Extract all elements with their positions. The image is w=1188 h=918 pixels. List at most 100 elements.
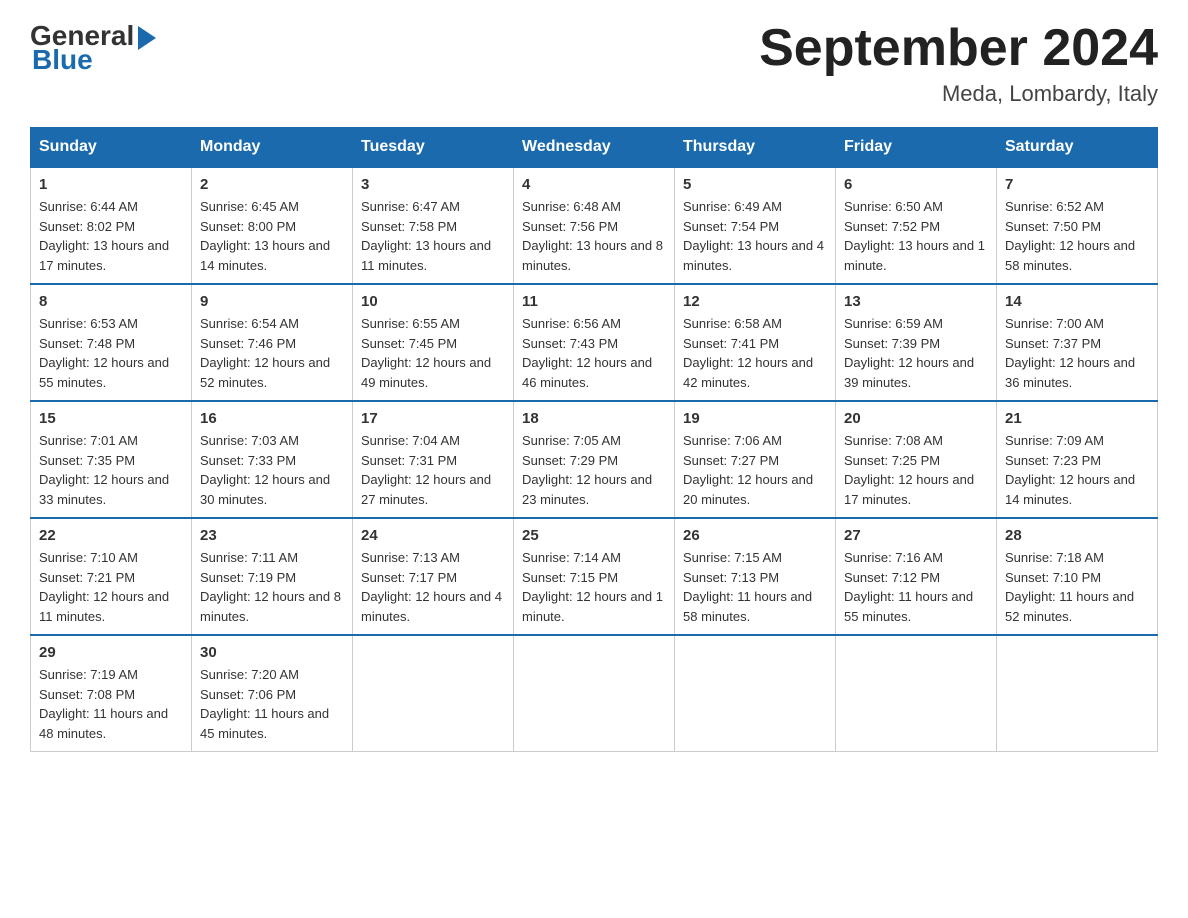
calendar-day-cell (514, 635, 675, 752)
day-number: 25 (522, 527, 666, 544)
calendar-day-cell: 28 Sunrise: 7:18 AMSunset: 7:10 PMDaylig… (997, 518, 1158, 635)
calendar-week-row: 8 Sunrise: 6:53 AMSunset: 7:48 PMDayligh… (31, 284, 1158, 401)
calendar-day-cell: 2 Sunrise: 6:45 AMSunset: 8:00 PMDayligh… (192, 167, 353, 284)
day-number: 30 (200, 644, 344, 661)
day-info: Sunrise: 6:44 AMSunset: 8:02 PMDaylight:… (39, 197, 183, 275)
day-number: 24 (361, 527, 505, 544)
day-number: 15 (39, 410, 183, 427)
day-info: Sunrise: 6:48 AMSunset: 7:56 PMDaylight:… (522, 197, 666, 275)
day-info: Sunrise: 6:52 AMSunset: 7:50 PMDaylight:… (1005, 197, 1149, 275)
day-number: 23 (200, 527, 344, 544)
calendar-header-friday: Friday (836, 128, 997, 168)
calendar-header-wednesday: Wednesday (514, 128, 675, 168)
day-info: Sunrise: 6:59 AMSunset: 7:39 PMDaylight:… (844, 314, 988, 392)
calendar-week-row: 22 Sunrise: 7:10 AMSunset: 7:21 PMDaylig… (31, 518, 1158, 635)
day-number: 2 (200, 176, 344, 193)
day-number: 21 (1005, 410, 1149, 427)
calendar-day-cell: 13 Sunrise: 6:59 AMSunset: 7:39 PMDaylig… (836, 284, 997, 401)
day-number: 27 (844, 527, 988, 544)
day-number: 20 (844, 410, 988, 427)
day-info: Sunrise: 6:56 AMSunset: 7:43 PMDaylight:… (522, 314, 666, 392)
day-number: 29 (39, 644, 183, 661)
calendar-day-cell: 1 Sunrise: 6:44 AMSunset: 8:02 PMDayligh… (31, 167, 192, 284)
day-info: Sunrise: 7:10 AMSunset: 7:21 PMDaylight:… (39, 548, 183, 626)
logo: General Blue (30, 20, 156, 76)
page-header: General Blue September 2024 Meda, Lombar… (30, 20, 1158, 107)
day-number: 19 (683, 410, 827, 427)
calendar-day-cell: 27 Sunrise: 7:16 AMSunset: 7:12 PMDaylig… (836, 518, 997, 635)
calendar-day-cell: 22 Sunrise: 7:10 AMSunset: 7:21 PMDaylig… (31, 518, 192, 635)
day-number: 11 (522, 293, 666, 310)
day-number: 4 (522, 176, 666, 193)
day-info: Sunrise: 7:05 AMSunset: 7:29 PMDaylight:… (522, 431, 666, 509)
calendar-day-cell: 24 Sunrise: 7:13 AMSunset: 7:17 PMDaylig… (353, 518, 514, 635)
day-info: Sunrise: 6:53 AMSunset: 7:48 PMDaylight:… (39, 314, 183, 392)
day-info: Sunrise: 7:13 AMSunset: 7:17 PMDaylight:… (361, 548, 505, 626)
day-info: Sunrise: 6:58 AMSunset: 7:41 PMDaylight:… (683, 314, 827, 392)
day-number: 13 (844, 293, 988, 310)
logo-arrow-icon (138, 26, 156, 50)
calendar-day-cell: 20 Sunrise: 7:08 AMSunset: 7:25 PMDaylig… (836, 401, 997, 518)
day-number: 17 (361, 410, 505, 427)
calendar-day-cell: 5 Sunrise: 6:49 AMSunset: 7:54 PMDayligh… (675, 167, 836, 284)
day-info: Sunrise: 7:01 AMSunset: 7:35 PMDaylight:… (39, 431, 183, 509)
calendar-day-cell: 16 Sunrise: 7:03 AMSunset: 7:33 PMDaylig… (192, 401, 353, 518)
day-info: Sunrise: 7:15 AMSunset: 7:13 PMDaylight:… (683, 548, 827, 626)
calendar-header-sunday: Sunday (31, 128, 192, 168)
calendar-table: SundayMondayTuesdayWednesdayThursdayFrid… (30, 127, 1158, 752)
calendar-header-saturday: Saturday (997, 128, 1158, 168)
calendar-day-cell: 12 Sunrise: 6:58 AMSunset: 7:41 PMDaylig… (675, 284, 836, 401)
calendar-week-row: 1 Sunrise: 6:44 AMSunset: 8:02 PMDayligh… (31, 167, 1158, 284)
day-number: 9 (200, 293, 344, 310)
calendar-day-cell (997, 635, 1158, 752)
calendar-day-cell: 11 Sunrise: 6:56 AMSunset: 7:43 PMDaylig… (514, 284, 675, 401)
calendar-day-cell: 15 Sunrise: 7:01 AMSunset: 7:35 PMDaylig… (31, 401, 192, 518)
calendar-day-cell: 14 Sunrise: 7:00 AMSunset: 7:37 PMDaylig… (997, 284, 1158, 401)
calendar-day-cell: 6 Sunrise: 6:50 AMSunset: 7:52 PMDayligh… (836, 167, 997, 284)
day-number: 5 (683, 176, 827, 193)
calendar-day-cell: 25 Sunrise: 7:14 AMSunset: 7:15 PMDaylig… (514, 518, 675, 635)
calendar-day-cell: 18 Sunrise: 7:05 AMSunset: 7:29 PMDaylig… (514, 401, 675, 518)
calendar-header-monday: Monday (192, 128, 353, 168)
day-info: Sunrise: 7:09 AMSunset: 7:23 PMDaylight:… (1005, 431, 1149, 509)
day-info: Sunrise: 7:08 AMSunset: 7:25 PMDaylight:… (844, 431, 988, 509)
calendar-day-cell: 21 Sunrise: 7:09 AMSunset: 7:23 PMDaylig… (997, 401, 1158, 518)
day-info: Sunrise: 6:49 AMSunset: 7:54 PMDaylight:… (683, 197, 827, 275)
location-text: Meda, Lombardy, Italy (759, 81, 1158, 107)
day-number: 3 (361, 176, 505, 193)
calendar-week-row: 29 Sunrise: 7:19 AMSunset: 7:08 PMDaylig… (31, 635, 1158, 752)
day-info: Sunrise: 6:45 AMSunset: 8:00 PMDaylight:… (200, 197, 344, 275)
calendar-day-cell: 3 Sunrise: 6:47 AMSunset: 7:58 PMDayligh… (353, 167, 514, 284)
calendar-day-cell: 9 Sunrise: 6:54 AMSunset: 7:46 PMDayligh… (192, 284, 353, 401)
day-info: Sunrise: 6:54 AMSunset: 7:46 PMDaylight:… (200, 314, 344, 392)
calendar-day-cell: 17 Sunrise: 7:04 AMSunset: 7:31 PMDaylig… (353, 401, 514, 518)
day-info: Sunrise: 7:18 AMSunset: 7:10 PMDaylight:… (1005, 548, 1149, 626)
day-info: Sunrise: 7:04 AMSunset: 7:31 PMDaylight:… (361, 431, 505, 509)
calendar-week-row: 15 Sunrise: 7:01 AMSunset: 7:35 PMDaylig… (31, 401, 1158, 518)
day-number: 28 (1005, 527, 1149, 544)
calendar-day-cell: 30 Sunrise: 7:20 AMSunset: 7:06 PMDaylig… (192, 635, 353, 752)
calendar-header-tuesday: Tuesday (353, 128, 514, 168)
day-info: Sunrise: 7:20 AMSunset: 7:06 PMDaylight:… (200, 665, 344, 743)
calendar-day-cell: 26 Sunrise: 7:15 AMSunset: 7:13 PMDaylig… (675, 518, 836, 635)
month-title: September 2024 (759, 20, 1158, 77)
calendar-day-cell (836, 635, 997, 752)
day-number: 7 (1005, 176, 1149, 193)
calendar-day-cell (675, 635, 836, 752)
day-info: Sunrise: 7:00 AMSunset: 7:37 PMDaylight:… (1005, 314, 1149, 392)
day-info: Sunrise: 7:19 AMSunset: 7:08 PMDaylight:… (39, 665, 183, 743)
day-number: 26 (683, 527, 827, 544)
day-info: Sunrise: 6:55 AMSunset: 7:45 PMDaylight:… (361, 314, 505, 392)
day-number: 10 (361, 293, 505, 310)
logo-blue-text: Blue (32, 44, 93, 76)
calendar-day-cell: 10 Sunrise: 6:55 AMSunset: 7:45 PMDaylig… (353, 284, 514, 401)
calendar-day-cell: 7 Sunrise: 6:52 AMSunset: 7:50 PMDayligh… (997, 167, 1158, 284)
calendar-day-cell (353, 635, 514, 752)
calendar-day-cell: 23 Sunrise: 7:11 AMSunset: 7:19 PMDaylig… (192, 518, 353, 635)
day-info: Sunrise: 7:16 AMSunset: 7:12 PMDaylight:… (844, 548, 988, 626)
day-number: 6 (844, 176, 988, 193)
day-info: Sunrise: 6:50 AMSunset: 7:52 PMDaylight:… (844, 197, 988, 275)
day-info: Sunrise: 7:11 AMSunset: 7:19 PMDaylight:… (200, 548, 344, 626)
calendar-day-cell: 8 Sunrise: 6:53 AMSunset: 7:48 PMDayligh… (31, 284, 192, 401)
calendar-day-cell: 29 Sunrise: 7:19 AMSunset: 7:08 PMDaylig… (31, 635, 192, 752)
